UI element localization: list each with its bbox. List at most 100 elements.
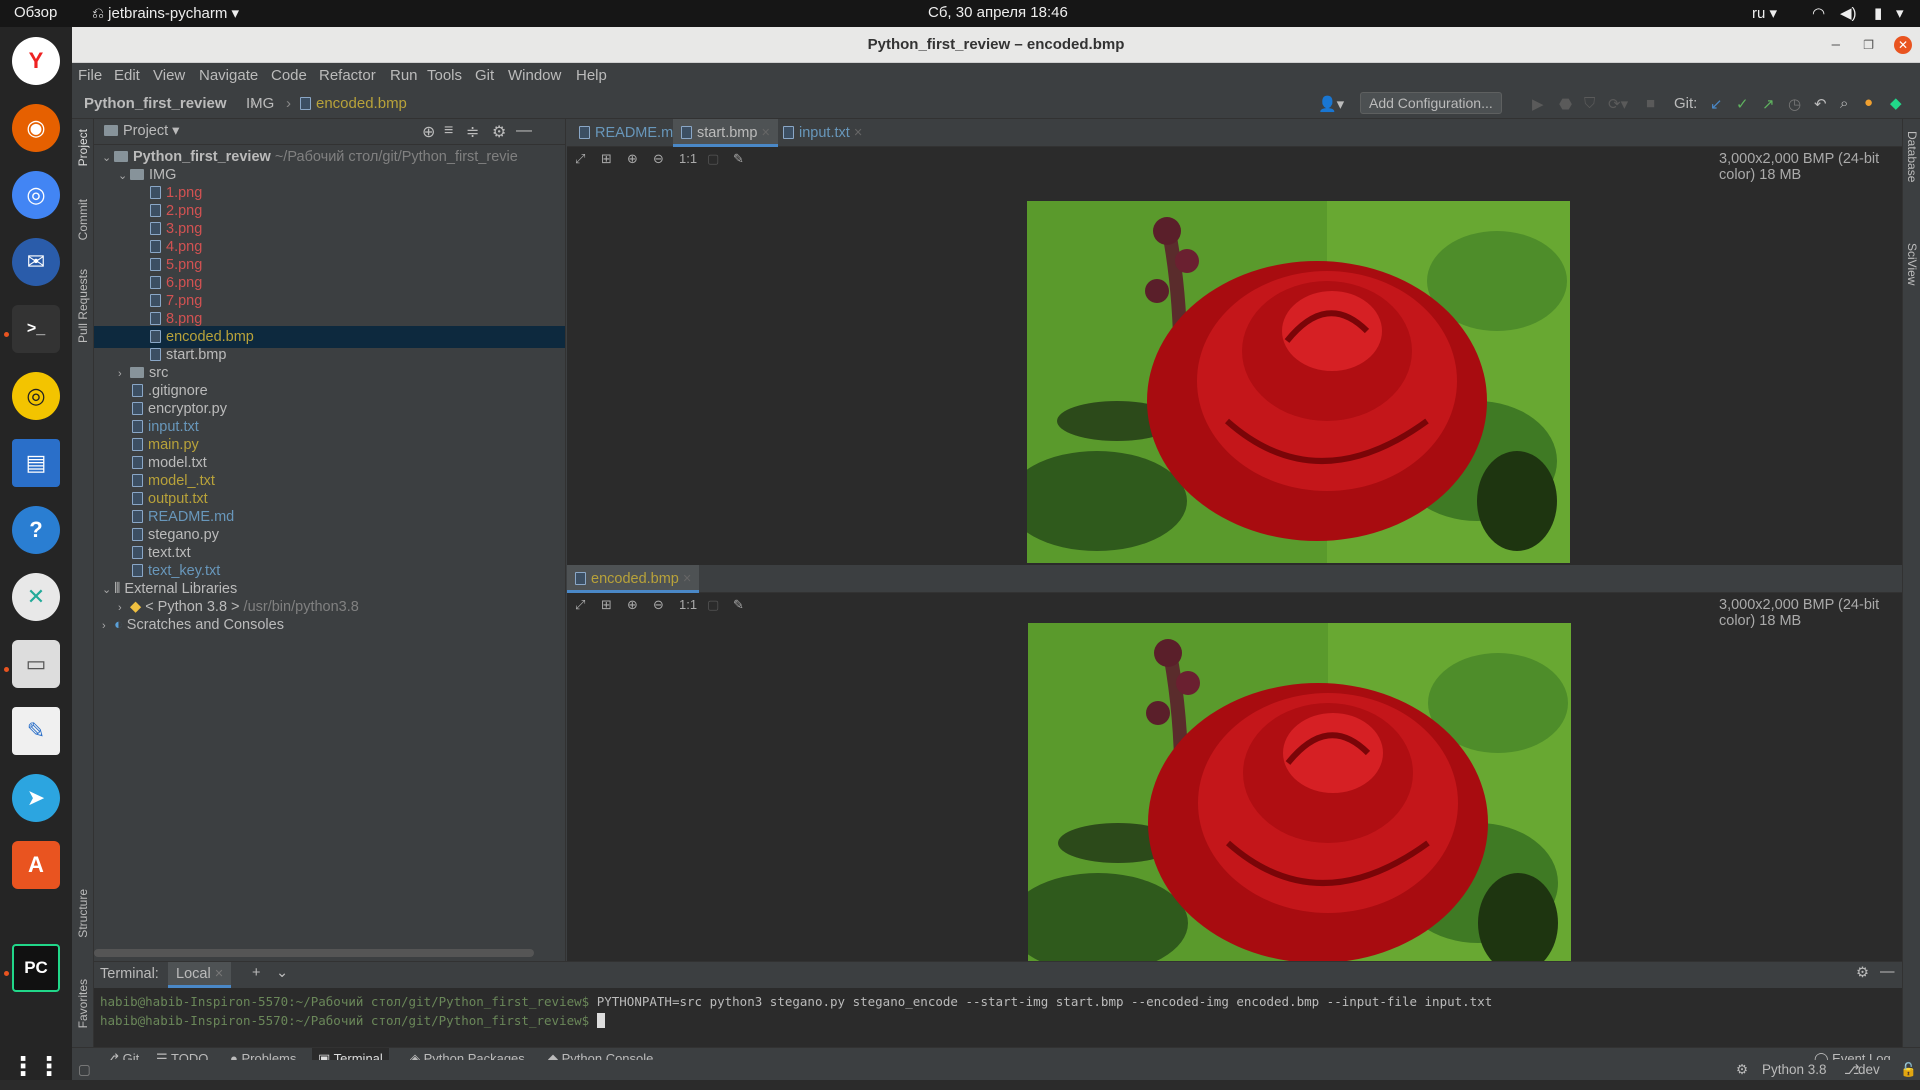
show-applications-icon[interactable]: ⋮⋮ — [10, 1042, 62, 1090]
lock-icon[interactable]: 🔓 — [1900, 1062, 1917, 1078]
menu-code[interactable]: Code — [271, 67, 307, 84]
help-icon[interactable]: ? — [12, 506, 60, 554]
debug-icon[interactable]: ⬣ — [1559, 95, 1572, 113]
language-indicator[interactable]: ru ▾ — [1752, 4, 1777, 22]
tool-commit[interactable]: Commit — [76, 199, 90, 240]
terminal-line[interactable]: habib@habib-Inspiron-5570:~/Рабочий стол… — [100, 1013, 605, 1028]
menu-refactor[interactable]: Refactor — [319, 67, 376, 84]
user-icon[interactable]: 👤▾ — [1318, 95, 1344, 113]
fit-icon[interactable]: ⤢ — [575, 151, 585, 167]
grid-icon[interactable]: ⊞ — [601, 597, 612, 613]
zoom-out-icon[interactable]: ⊖ — [653, 151, 664, 167]
breadcrumb-folder[interactable]: IMG — [246, 95, 274, 112]
firefox-icon[interactable]: ◉ — [12, 104, 60, 152]
git-history-icon[interactable]: ◷ — [1788, 95, 1801, 113]
text-editor-icon[interactable]: ✎ — [12, 707, 60, 755]
new-terminal-icon[interactable]: + — [252, 965, 260, 981]
menu-window[interactable]: Window — [508, 67, 561, 84]
menu-git[interactable]: Git — [475, 67, 494, 84]
update-icon[interactable]: ● — [1864, 94, 1873, 111]
color-picker-icon[interactable]: ✎ — [733, 151, 744, 167]
expand-all-icon[interactable]: ≡ — [444, 122, 453, 140]
tool-structure[interactable]: Structure — [76, 889, 90, 938]
zoom-out-icon[interactable]: ⊖ — [653, 597, 664, 613]
collapse-all-icon[interactable]: ≑ — [466, 122, 479, 142]
breadcrumb-project[interactable]: Python_first_review — [84, 95, 227, 112]
app-menu[interactable]: ⎌ jetbrains-pycharm ▾ — [92, 4, 239, 22]
run-icon[interactable]: ▶ — [1532, 95, 1544, 113]
tab-start-bmp[interactable]: start.bmp × — [673, 119, 778, 147]
git-update-icon[interactable]: ↙ — [1710, 95, 1723, 113]
close-tab-icon[interactable]: × — [854, 125, 862, 141]
tool-project[interactable]: Project — [76, 129, 90, 166]
close-tab-icon[interactable]: × — [215, 966, 223, 982]
terminal-dropdown-icon[interactable]: ⌄ — [276, 965, 288, 981]
tool-favorites[interactable]: Favorites — [76, 979, 90, 1028]
maximize-button[interactable]: ❐ — [1863, 27, 1874, 63]
menu-tools[interactable]: Tools — [427, 67, 462, 84]
tab-encoded-bmp[interactable]: encoded.bmp × — [567, 565, 700, 593]
actual-size-button[interactable]: 1:1 — [679, 597, 697, 612]
menu-file[interactable]: File — [78, 67, 102, 84]
remote-desktop-icon[interactable]: ✕ — [12, 573, 60, 621]
git-rollback-icon[interactable]: ↶ — [1814, 95, 1827, 113]
background-icon[interactable]: ▢ — [707, 151, 719, 167]
tree-scratches[interactable]: › ◐ Scratches and Consoles — [102, 614, 284, 636]
chrome-icon[interactable]: ◎ — [12, 171, 60, 219]
terminal-app-icon[interactable]: >_ — [12, 305, 60, 353]
menu-view[interactable]: View — [153, 67, 185, 84]
coverage-icon[interactable]: ⛉ — [1584, 95, 1595, 112]
terminal-tab-local[interactable]: Local × — [168, 962, 232, 988]
fit-icon[interactable]: ⤢ — [575, 597, 585, 613]
tab-input-txt[interactable]: input.txt × — [775, 119, 870, 147]
battery-icon[interactable]: ▮ — [1874, 4, 1882, 22]
settings-icon[interactable]: ⚙ — [1856, 965, 1869, 981]
color-picker-icon[interactable]: ✎ — [733, 597, 744, 613]
stop-icon[interactable]: ■ — [1646, 95, 1655, 112]
close-tab-icon[interactable]: × — [761, 125, 769, 141]
pycharm-icon[interactable]: PC — [12, 944, 60, 992]
telegram-icon[interactable]: ➤ — [12, 774, 60, 822]
tool-pull-requests[interactable]: Pull Requests — [76, 269, 90, 343]
profile-icon[interactable]: ⟳▾ — [1608, 95, 1628, 113]
close-tab-icon[interactable]: × — [683, 571, 691, 587]
project-view-selector[interactable]: Project ▾ — [104, 123, 179, 139]
actual-size-button[interactable]: 1:1 — [679, 151, 697, 166]
zoom-in-icon[interactable]: ⊕ — [627, 597, 638, 613]
grid-icon[interactable]: ⊞ — [601, 151, 612, 167]
volume-icon[interactable]: ◀) — [1840, 4, 1857, 22]
hide-panel-icon[interactable]: — — [1880, 964, 1895, 980]
hide-panel-icon[interactable]: — — [516, 122, 532, 140]
wifi-icon[interactable]: ◠ — [1812, 4, 1825, 22]
activities-button[interactable]: Обзор — [14, 4, 57, 21]
git-commit-icon[interactable]: ✓ — [1736, 95, 1749, 113]
terminal-line[interactable]: habib@habib-Inspiron-5570:~/Рабочий стол… — [100, 994, 1492, 1009]
add-configuration-button[interactable]: Add Configuration... — [1360, 92, 1502, 114]
rhythmbox-icon[interactable]: ◎ — [12, 372, 60, 420]
libreoffice-writer-icon[interactable]: ▤ — [12, 439, 60, 487]
search-icon[interactable]: ⌕ — [1840, 95, 1848, 112]
files-icon[interactable]: ▭ — [12, 640, 60, 688]
tool-sciview[interactable]: SciView — [1905, 243, 1919, 285]
software-center-icon[interactable]: A — [12, 841, 60, 889]
menu-edit[interactable]: Edit — [114, 67, 140, 84]
tool-database[interactable]: Database — [1905, 131, 1919, 182]
clock[interactable]: Сб, 30 апреля 18:46 — [928, 4, 1068, 21]
git-branch[interactable]: dev — [1858, 1062, 1880, 1077]
locate-icon[interactable]: ⊕ — [422, 122, 435, 142]
minimize-button[interactable]: – — [1832, 27, 1840, 63]
menu-navigate[interactable]: Navigate — [199, 67, 258, 84]
horizontal-scrollbar[interactable] — [94, 949, 534, 957]
system-menu-chevron-icon[interactable]: ▾ — [1896, 4, 1904, 22]
git-push-icon[interactable]: ↗ — [1762, 95, 1775, 113]
zoom-in-icon[interactable]: ⊕ — [627, 151, 638, 167]
yandex-browser-icon[interactable]: Y — [12, 37, 60, 85]
settings-icon[interactable]: ⚙ — [492, 122, 506, 142]
menu-run[interactable]: Run — [390, 67, 418, 84]
python-interpreter[interactable]: Python 3.8 — [1762, 1062, 1827, 1077]
breadcrumb-file[interactable]: encoded.bmp — [300, 95, 407, 112]
plugin-icon[interactable]: ◆ — [1890, 94, 1902, 112]
thunderbird-icon[interactable]: ✉ — [12, 238, 60, 286]
layout-icon[interactable]: ▢ — [78, 1062, 91, 1078]
background-icon[interactable]: ▢ — [707, 597, 719, 613]
